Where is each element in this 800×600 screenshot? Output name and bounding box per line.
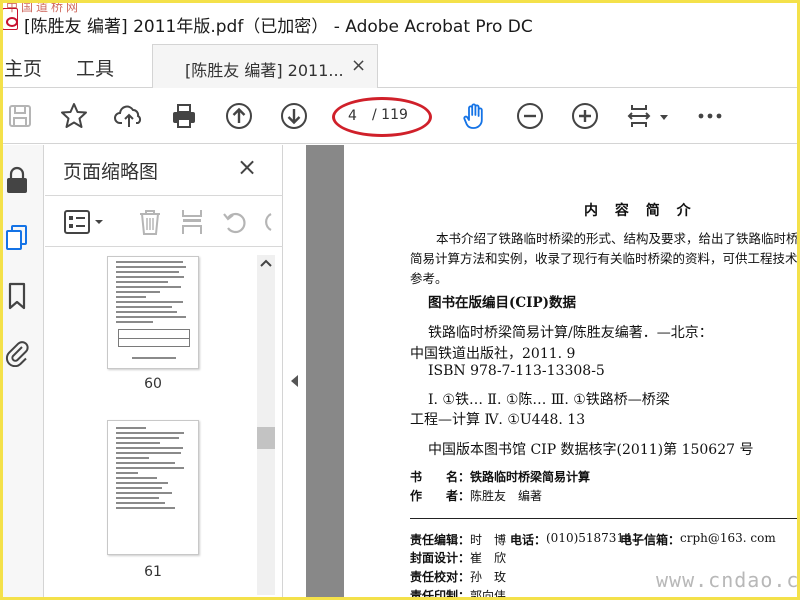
cip-title: 图书在版编目(CIP)数据 <box>428 295 576 311</box>
tab-row: 主页 工具 <box>0 44 800 88</box>
chevron-down-icon[interactable] <box>660 115 668 120</box>
print-manager: 郭向伟 <box>470 589 507 600</box>
zoom-in-icon[interactable] <box>568 99 602 133</box>
email-label: 电子信箱： <box>620 533 681 547</box>
rotate-icon[interactable] <box>221 208 249 236</box>
thumbnail-scrollbar[interactable] <box>257 255 275 595</box>
thumbnail-page-number: 60 <box>144 376 162 392</box>
hand-tool-icon[interactable] <box>458 99 492 133</box>
print-label: 责任印制： <box>410 589 471 600</box>
page-up-icon[interactable] <box>222 99 256 133</box>
book-name: 铁路临时桥梁简易计算 <box>470 470 591 484</box>
attachment-icon[interactable] <box>4 337 30 368</box>
page-thumbnail[interactable] <box>107 256 199 369</box>
panel-title: 页面缩略图 <box>63 161 159 183</box>
intro-paragraph: 本书介绍了铁路临时桥梁的形式、结构及要求，给出了铁路临时桥 简易计算方法和实例，… <box>410 229 799 289</box>
thumbnail-list: 60 61 <box>45 248 283 600</box>
panel-collapse-bar[interactable] <box>284 145 306 600</box>
save-icon[interactable] <box>3 99 37 133</box>
cip-line: 中国铁道出版社，2011. 9 <box>410 346 576 362</box>
upload-icon[interactable] <box>112 99 146 133</box>
cip-line: ISBN 978-7-113-13308-5 <box>428 363 605 379</box>
cip-line: 工程—计算 Ⅳ. ①U448. 13 <box>410 412 586 428</box>
thumbnail-page-number: 61 <box>144 564 162 580</box>
lock-icon[interactable] <box>4 165 30 195</box>
home-menu[interactable]: 主页 <box>4 54 42 81</box>
title-bar: 中国道桥网 [陈胜友 编著] 2011年版.pdf（已加密） - Adobe A… <box>0 0 800 44</box>
tab-close-icon[interactable]: × <box>351 55 366 76</box>
page-heading: 内 容 简 介 <box>584 203 697 219</box>
book-name-label: 书 名： <box>410 470 471 484</box>
author-label: 作 者： <box>410 489 471 503</box>
email: crph@163. com <box>680 531 776 545</box>
cip-line: 中国版本图书馆 CIP 数据核字(2011)第 150627 号 <box>428 442 754 458</box>
phone-label: 电话： <box>510 533 547 547</box>
page-number-highlight <box>332 97 432 137</box>
bookmark-icon[interactable] <box>4 281 30 311</box>
proofreader: 孙 玫 <box>470 570 507 584</box>
editor: 时 博 <box>470 533 507 547</box>
zoom-out-icon[interactable] <box>513 99 547 133</box>
proof-label: 责任校对： <box>410 570 471 584</box>
more-icon[interactable] <box>693 99 727 133</box>
collapse-arrow-icon[interactable] <box>291 375 298 387</box>
rotate-clockwise-icon[interactable] <box>261 208 273 236</box>
thumbnail-options-icon[interactable] <box>63 209 107 235</box>
left-rail <box>0 145 44 600</box>
panel-close-icon[interactable]: × <box>237 153 257 181</box>
toolbar: 4 / 119 <box>0 89 800 144</box>
scrollbar-thumb[interactable] <box>257 427 275 449</box>
intro-line: 参考。 <box>410 271 448 286</box>
print-icon[interactable] <box>167 99 201 133</box>
page-down-icon[interactable] <box>277 99 311 133</box>
document-tab[interactable]: [陈胜友 编著] 2011... × <box>152 44 378 88</box>
bookmark-star-icon[interactable] <box>57 99 91 133</box>
extract-pages-icon[interactable] <box>179 208 205 236</box>
fit-page-icon[interactable] <box>622 99 656 133</box>
intro-line: 简易计算方法和实例，收录了现行有关临时桥梁的资料，可供工程技术 <box>410 251 798 266</box>
cip-line: 铁路临时桥梁简易计算/陈胜友编著．—北京： <box>428 325 713 341</box>
watermark-bottom-right: www.cndao.com <box>656 568 800 592</box>
thumbnail-panel: 页面缩略图 × 60 61 <box>45 145 283 600</box>
document-tab-label: [陈胜友 编著] 2011... <box>185 61 344 80</box>
document-page: 内 容 简 介 本书介绍了铁路临时桥梁的形式、结构及要求，给出了铁路临时桥 简易… <box>344 145 800 600</box>
cover-designer: 崔 欣 <box>470 551 507 565</box>
window-title: [陈胜友 编著] 2011年版.pdf（已加密） - Adobe Acrobat… <box>24 17 533 37</box>
editor-label: 责任编辑： <box>410 533 471 547</box>
page-thumbnail[interactable] <box>107 420 199 555</box>
divider-line <box>410 518 800 519</box>
cip-line: Ⅰ. ①铁… Ⅱ. ①陈… Ⅲ. ①铁路桥—桥梁 <box>428 392 670 408</box>
author: 陈胜友 编著 <box>470 489 543 503</box>
page-thumbnails-icon[interactable] <box>4 223 30 253</box>
delete-icon[interactable] <box>137 208 163 236</box>
tools-menu[interactable]: 工具 <box>76 54 114 81</box>
panel-toolbar <box>45 195 283 247</box>
cover-label: 封面设计： <box>410 551 471 565</box>
scroll-up-icon[interactable] <box>257 255 275 273</box>
intro-line: 本书介绍了铁路临时桥梁的形式、结构及要求，给出了铁路临时桥 <box>436 231 799 246</box>
